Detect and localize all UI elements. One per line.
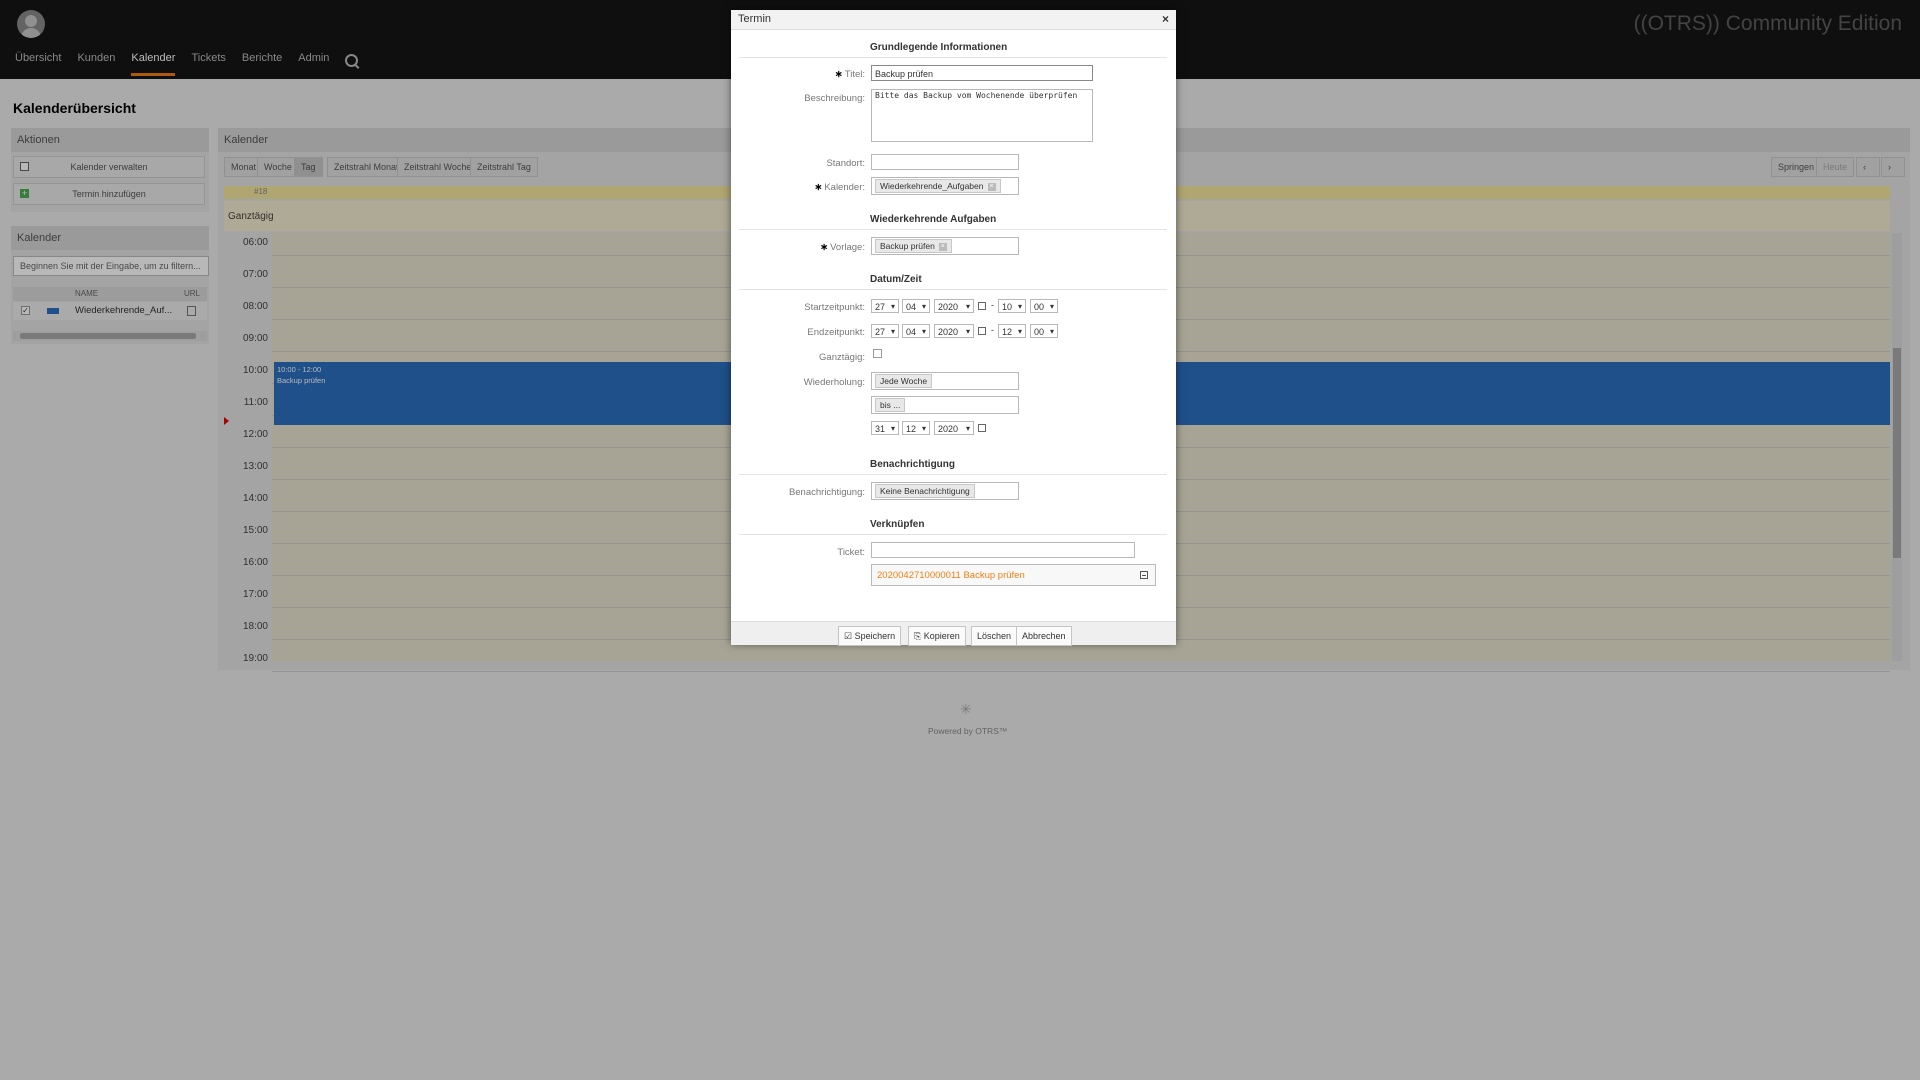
repeat-until-select[interactable]: bis ... (871, 396, 1019, 414)
linked-ticket-label[interactable]: 2020042710000011 Backup prüfen (877, 570, 1025, 581)
title-input[interactable]: Backup prüfen (871, 65, 1093, 81)
section-divider (739, 534, 1167, 535)
close-icon[interactable]: × (1162, 10, 1169, 29)
calendar-icon[interactable] (978, 424, 986, 432)
section-recurring: Wiederkehrende Aufgaben (870, 214, 997, 225)
title-label: ∗ Titel: (834, 69, 865, 80)
description-textarea[interactable]: Bitte das Backup vom Wochenende überprüf… (871, 89, 1093, 142)
repeat-select[interactable]: Jede Woche (871, 372, 1019, 390)
start-month-select[interactable]: 04 (902, 299, 930, 314)
copy-button[interactable]: ⎘ Kopieren (908, 626, 966, 646)
dialog-footer: ☑ Speichern ⎘ Kopieren Löschen Abbrechen (731, 621, 1176, 646)
save-button[interactable]: ☑ Speichern (838, 626, 902, 646)
section-notification: Benachrichtigung (870, 459, 956, 470)
time-separator: - (991, 300, 994, 310)
time-separator: - (991, 325, 994, 335)
unlink-icon[interactable] (1140, 571, 1148, 579)
notification-select[interactable]: Keine Benachrichtigung (871, 482, 1019, 500)
remove-tag-icon[interactable]: × (938, 242, 947, 251)
repeat-until-tag: bis ... (875, 398, 906, 412)
section-divider (739, 289, 1167, 290)
calendar-icon[interactable] (978, 327, 986, 335)
notification-tag: Keine Benachrichtigung (875, 484, 975, 498)
calendar-select[interactable]: Wiederkehrende_Aufgaben × (871, 177, 1019, 195)
calendar-tag: Wiederkehrende_Aufgaben × (875, 179, 1001, 193)
section-datetime: Datum/Zeit (870, 274, 922, 285)
description-label: Beschreibung: (804, 93, 865, 104)
start-day-select[interactable]: 27 (871, 299, 899, 314)
repeat-tag: Jede Woche (875, 374, 933, 388)
linked-ticket[interactable]: 2020042710000011 Backup prüfen (871, 564, 1156, 586)
location-input[interactable] (871, 154, 1019, 170)
start-hour-select[interactable]: 10 (998, 299, 1026, 314)
end-label: Endzeitpunkt: (807, 327, 865, 338)
template-tag: Backup prüfen × (875, 239, 952, 253)
calendar-label: ∗ Kalender: (814, 182, 865, 193)
remove-tag-icon[interactable]: × (987, 182, 996, 191)
end-year-select[interactable]: 2020 (934, 324, 974, 339)
cancel-button[interactable]: Abbrechen (1016, 626, 1072, 646)
allday-checkbox[interactable] (873, 349, 882, 358)
dialog-title: Termin (738, 13, 772, 25)
section-link: Verknüpfen (870, 519, 925, 530)
repeat-label: Wiederholung: (803, 377, 865, 388)
template-label: ∗ Vorlage: (820, 242, 865, 253)
end-month-select[interactable]: 04 (902, 324, 930, 339)
until-day-select[interactable]: 31 (871, 421, 899, 436)
allday-label: Ganztägig: (819, 352, 865, 363)
section-divider (739, 474, 1167, 475)
end-minute-select[interactable]: 00 (1030, 324, 1058, 339)
until-year-select[interactable]: 2020 (934, 421, 974, 436)
section-divider (739, 229, 1167, 230)
location-label: Standort: (826, 158, 865, 169)
end-hour-select[interactable]: 12 (998, 324, 1026, 339)
delete-button[interactable]: Löschen (971, 626, 1018, 646)
ticket-label: Ticket: (837, 547, 865, 558)
start-minute-select[interactable]: 00 (1030, 299, 1058, 314)
calendar-icon[interactable] (978, 302, 986, 310)
appointment-dialog: Termin × Grundlegende Informationen ∗ Tit… (731, 10, 1176, 646)
start-year-select[interactable]: 2020 (934, 299, 974, 314)
notification-label: Benachrichtigung: (788, 487, 865, 498)
section-divider (739, 57, 1167, 58)
until-month-select[interactable]: 12 (902, 421, 930, 436)
dialog-header: Termin × (731, 10, 1176, 30)
end-day-select[interactable]: 27 (871, 324, 899, 339)
start-label: Startzeitpunkt: (804, 302, 865, 313)
section-basic: Grundlegende Informationen (870, 42, 1008, 53)
ticket-input[interactable] (871, 542, 1135, 558)
template-select[interactable]: Backup prüfen × (871, 237, 1019, 255)
